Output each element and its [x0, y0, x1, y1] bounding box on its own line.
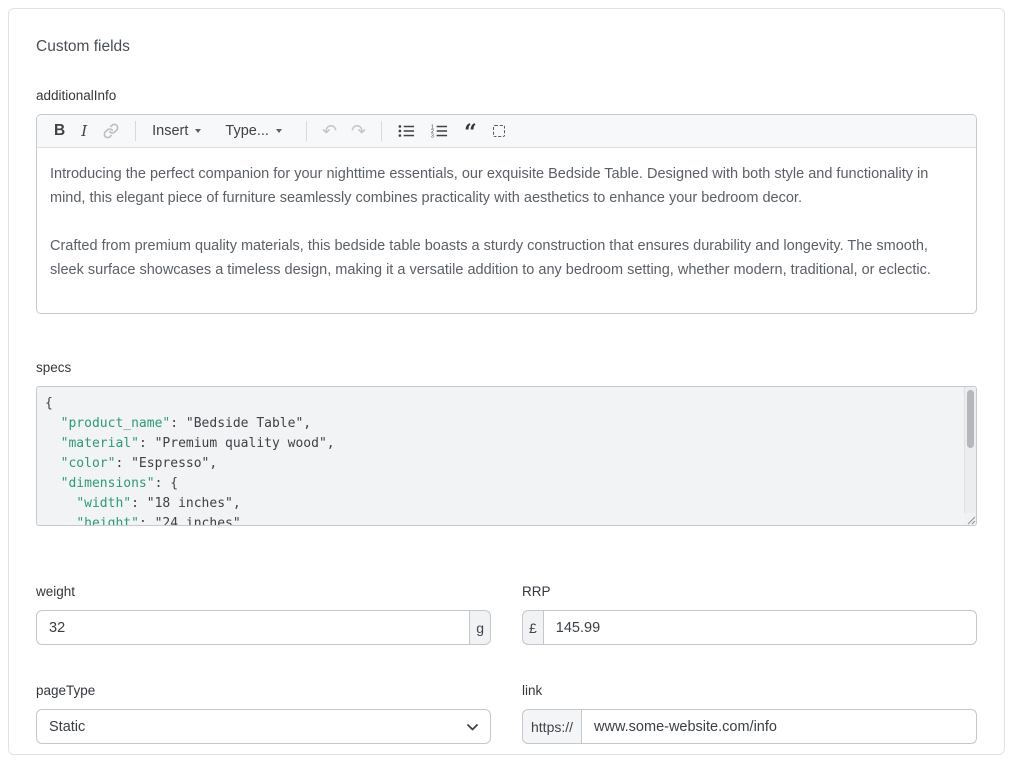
row-pagetype-link: pageType Static link https:// — [36, 683, 977, 744]
specs-code-editor[interactable]: { "product_name": "Bedside Table", "mate… — [36, 386, 977, 526]
page-type-select[interactable]: Static — [36, 709, 491, 744]
weight-label: weight — [36, 584, 491, 600]
rte-paragraph: Introducing the perfect companion for yo… — [50, 162, 963, 210]
undo-button[interactable]: ↶ — [315, 120, 344, 142]
link-button[interactable] — [95, 119, 127, 143]
specs-scrollbar[interactable] — [964, 387, 976, 513]
code-line: "dimensions": { — [45, 474, 956, 494]
field-specs: specs { "product_name": "Bedside Table",… — [36, 360, 977, 526]
code-line: { — [45, 394, 956, 414]
rich-text-editor: B I Insert Type... ↶ — [36, 114, 977, 314]
ordered-list-icon: 1 2 3 — [431, 124, 448, 138]
resize-handle[interactable] — [964, 513, 976, 525]
ordered-list-button[interactable]: 1 2 3 — [423, 120, 456, 142]
code-line: "product_name": "Bedside Table", — [45, 414, 956, 434]
svg-text:3: 3 — [431, 134, 434, 138]
toolbar-divider — [135, 121, 136, 141]
insert-dropdown-label: Insert — [152, 124, 188, 139]
blockquote-button[interactable]: “ — [456, 119, 485, 143]
rte-paragraph: Crafted from premium quality materials, … — [50, 234, 963, 282]
link-label: link — [522, 683, 977, 699]
field-additional-info: additionalInfo B I Insert Type... — [36, 88, 977, 314]
bullet-list-button[interactable] — [390, 120, 423, 142]
page-type-label: pageType — [36, 683, 491, 699]
type-dropdown[interactable]: Type... — [217, 120, 290, 143]
link-protocol-addon: https:// — [522, 709, 582, 744]
code-line: "color": "Espresso", — [45, 454, 956, 474]
dashed-square-icon — [493, 125, 505, 137]
row-weight-rrp: weight g RRP £ — [36, 584, 977, 645]
type-dropdown-label: Type... — [225, 124, 269, 139]
field-page-type: pageType Static — [36, 683, 491, 744]
rrp-label: RRP — [522, 584, 977, 600]
code-line: "material": "Premium quality wood", — [45, 434, 956, 454]
chevron-down-icon — [195, 129, 201, 133]
redo-button[interactable]: ↷ — [344, 120, 373, 142]
specs-code-content[interactable]: { "product_name": "Bedside Table", "mate… — [37, 387, 976, 526]
italic-button[interactable]: I — [73, 120, 95, 143]
field-weight: weight g — [36, 584, 491, 645]
additional-info-label: additionalInfo — [36, 88, 977, 104]
code-line: "height": "24 inches", — [45, 514, 956, 526]
horizontal-rule-button[interactable] — [485, 121, 513, 141]
weight-unit-addon: g — [469, 610, 491, 645]
resize-grip-icon — [966, 515, 976, 525]
rrp-input[interactable] — [543, 610, 977, 645]
bold-button[interactable]: B — [46, 119, 73, 143]
specs-label: specs — [36, 360, 977, 376]
bullet-list-icon — [398, 124, 415, 138]
field-rrp: RRP £ — [522, 584, 977, 645]
field-link: link https:// — [522, 683, 977, 744]
code-line: "width": "18 inches", — [45, 494, 956, 514]
rte-toolbar: B I Insert Type... ↶ — [37, 115, 976, 148]
chevron-down-icon — [276, 129, 282, 133]
weight-input[interactable] — [36, 610, 470, 645]
custom-fields-card: Custom fields additionalInfo B I Insert — [8, 8, 1005, 755]
link-icon — [103, 123, 119, 139]
specs-scrollbar-thumb[interactable] — [967, 390, 974, 448]
link-input[interactable] — [581, 709, 977, 744]
toolbar-divider — [306, 121, 307, 141]
page-title: Custom fields — [36, 9, 977, 56]
toolbar-divider — [381, 121, 382, 141]
rte-content-area[interactable]: Introducing the perfect companion for yo… — [37, 148, 976, 282]
rrp-currency-addon: £ — [522, 610, 544, 645]
insert-dropdown[interactable]: Insert — [144, 120, 209, 143]
